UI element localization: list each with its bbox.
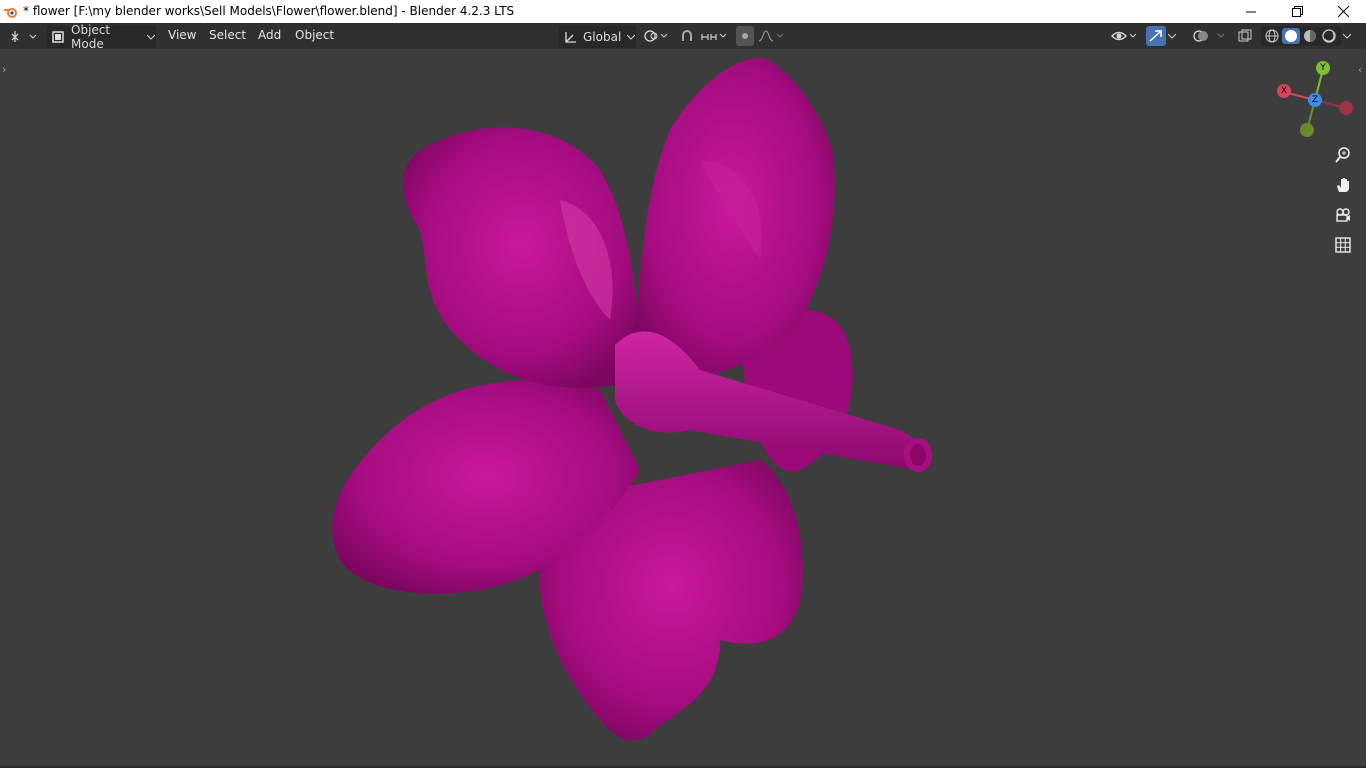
shading-dropdown[interactable] bbox=[1343, 26, 1357, 46]
gizmo-y-axis[interactable]: Y bbox=[1316, 61, 1330, 75]
pan-hand-icon bbox=[1334, 176, 1352, 194]
window-title: * flower [F:\my blender works\Sell Model… bbox=[23, 4, 515, 18]
blender-logo-icon bbox=[3, 4, 19, 20]
zoom-button[interactable] bbox=[1332, 144, 1354, 166]
close-icon bbox=[1337, 6, 1349, 17]
menu-object[interactable]: Object bbox=[295, 28, 334, 42]
zoom-icon bbox=[1334, 146, 1352, 164]
chevron-down-icon bbox=[1168, 33, 1176, 39]
solid-shading-icon[interactable] bbox=[1282, 28, 1300, 44]
chevron-down-icon bbox=[147, 34, 155, 40]
pan-button[interactable] bbox=[1332, 174, 1354, 196]
rendered-shading-icon[interactable] bbox=[1320, 28, 1338, 44]
gizmo-toggle[interactable] bbox=[1146, 26, 1166, 46]
gizmo-dropdown[interactable] bbox=[1168, 26, 1182, 46]
flower-model[interactable] bbox=[0, 49, 1366, 766]
xray-icon bbox=[1236, 28, 1254, 44]
proportional-edit-toggle[interactable] bbox=[736, 26, 754, 46]
visibility-dropdown[interactable] bbox=[1110, 26, 1140, 46]
editor-type-icon bbox=[8, 28, 38, 44]
camera-view-icon bbox=[1334, 206, 1352, 224]
xray-toggle[interactable] bbox=[1236, 26, 1256, 46]
menu-select[interactable]: Select bbox=[209, 28, 246, 42]
camera-view-button[interactable] bbox=[1332, 204, 1354, 226]
restore-icon bbox=[1291, 6, 1303, 17]
viewport-3d[interactable]: › ‹ X Y Z bbox=[0, 49, 1366, 766]
ortho-grid-icon bbox=[1334, 236, 1352, 254]
gizmo-z-label: Z bbox=[1311, 95, 1319, 105]
object-mode-label: Object Mode bbox=[71, 23, 111, 51]
object-mode-icon bbox=[51, 30, 65, 44]
minimize-icon bbox=[1246, 7, 1256, 17]
gizmo-z-axis[interactable]: Z bbox=[1308, 93, 1322, 107]
snap-target-dropdown[interactable] bbox=[700, 26, 730, 46]
minimize-button[interactable] bbox=[1228, 0, 1274, 23]
orientation-icon bbox=[563, 30, 577, 44]
gizmo-icon bbox=[1146, 28, 1166, 44]
snap-target-icon bbox=[700, 28, 728, 44]
menu-view[interactable]: View bbox=[168, 28, 196, 42]
object-mode-dropdown[interactable]: Object Mode bbox=[46, 23, 156, 51]
shading-mode-group bbox=[1261, 26, 1341, 46]
overlay-dropdown[interactable] bbox=[1192, 26, 1228, 46]
gizmo-y-label: Y bbox=[1320, 63, 1326, 73]
close-button[interactable] bbox=[1320, 0, 1366, 23]
gizmo-x-axis[interactable]: X bbox=[1277, 84, 1291, 98]
menu-add[interactable]: Add bbox=[258, 28, 281, 42]
orientation-label: Global bbox=[583, 30, 622, 44]
snap-icon bbox=[678, 28, 696, 44]
restore-button[interactable] bbox=[1274, 0, 1320, 23]
visibility-icon bbox=[1110, 28, 1138, 44]
overlay-icon bbox=[1192, 28, 1226, 44]
wireframe-shading-icon[interactable] bbox=[1263, 28, 1281, 44]
transform-orientation-dropdown[interactable]: Global bbox=[558, 26, 636, 48]
snap-toggle[interactable] bbox=[678, 26, 698, 46]
gizmo-x-label: X bbox=[1280, 86, 1288, 96]
editor-type-button[interactable] bbox=[8, 26, 40, 46]
chevron-down-icon bbox=[627, 34, 636, 40]
chevron-down-icon bbox=[1343, 33, 1351, 39]
pivot-icon bbox=[642, 28, 670, 44]
material-shading-icon[interactable] bbox=[1301, 28, 1319, 44]
proportional-edit-icon bbox=[736, 28, 754, 44]
falloff-dropdown[interactable] bbox=[757, 26, 787, 46]
window-titlebar: * flower [F:\my blender works\Sell Model… bbox=[0, 0, 1366, 23]
pivot-point-dropdown[interactable] bbox=[642, 26, 672, 46]
viewport-header: Object Mode View Select Add Object Globa… bbox=[0, 23, 1366, 51]
ortho-toggle-button[interactable] bbox=[1332, 234, 1354, 256]
falloff-icon bbox=[757, 28, 785, 44]
